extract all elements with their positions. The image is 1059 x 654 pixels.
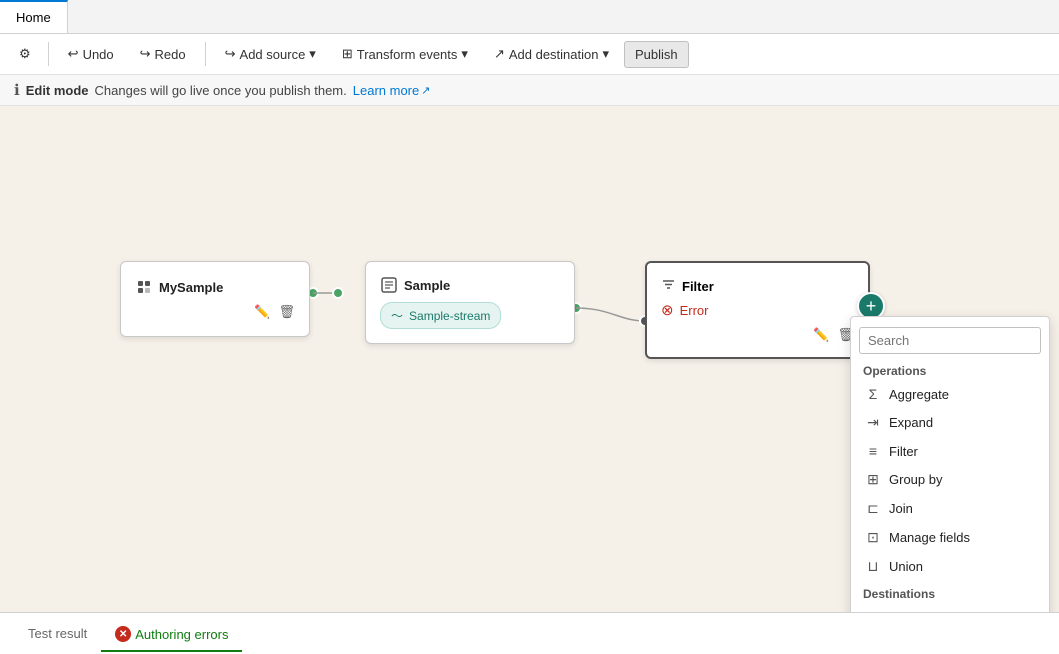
bottom-bar: Test result ✕ Authoring errors	[0, 612, 1059, 654]
external-link-icon: ↗	[421, 84, 430, 97]
error-label: Error	[680, 303, 709, 318]
error-count-icon: ✕	[115, 626, 131, 642]
lakehouse-icon: ⌂	[865, 609, 881, 612]
tab-bar: Home	[0, 0, 1059, 34]
add-source-icon: ↪	[225, 46, 236, 62]
add-node-dropdown: Operations Σ Aggregate ⇥ Expand ≡ Filter…	[850, 316, 1050, 612]
error-icon: ⊗	[661, 301, 674, 319]
authoring-errors-badge: ✕ Authoring errors	[115, 626, 228, 642]
groupby-item[interactable]: ⊞ Group by	[851, 465, 1049, 494]
canvas[interactable]: MySample ✏️ 🗑 Sample 〜 Sample-stream	[0, 106, 1059, 612]
add-destination-button[interactable]: ↗ Add destination ▾	[483, 40, 620, 68]
filter-error: ⊗ Error	[661, 301, 854, 319]
publish-label: Publish	[635, 47, 678, 62]
app: Home ⚙ ↩ Undo ↪ Redo ↪ Add source ▾ ⊞ Tr…	[0, 0, 1059, 654]
manage-fields-icon: ⊡	[865, 529, 881, 546]
sample-name: Sample	[404, 278, 450, 293]
aggregate-icon: Σ	[865, 386, 881, 402]
separator2	[205, 42, 206, 66]
search-input[interactable]	[859, 327, 1041, 354]
groupby-icon: ⊞	[865, 471, 881, 488]
search-container	[851, 323, 1049, 358]
plus-icon: +	[866, 296, 877, 317]
filter-item[interactable]: ≡ Filter	[851, 437, 1049, 465]
learn-more-text: Learn more	[353, 83, 419, 98]
aggregate-label: Aggregate	[889, 387, 949, 402]
add-source-button[interactable]: ↪ Add source ▾	[214, 40, 327, 68]
manage-fields-label: Manage fields	[889, 530, 970, 545]
filter-title: Filter	[661, 277, 854, 295]
publish-button[interactable]: Publish	[624, 41, 689, 68]
separator	[48, 42, 49, 66]
union-item[interactable]: ⊔ Union	[851, 552, 1049, 581]
join-label: Join	[889, 501, 913, 516]
join-icon: ⊏	[865, 500, 881, 517]
add-source-chevron: ▾	[309, 46, 316, 62]
add-destination-label: Add destination	[509, 47, 599, 62]
filter-edit-icon[interactable]: ✏️	[813, 327, 829, 343]
operations-section-label: Operations	[851, 358, 1049, 380]
transform-button[interactable]: ⊞ Transform events ▾	[331, 40, 479, 68]
undo-icon: ↩	[68, 46, 79, 62]
mysample-icon	[135, 278, 153, 296]
node-mysample: MySample ✏️ 🗑	[120, 261, 310, 337]
filter-actions: ✏️ 🗑	[661, 327, 854, 343]
union-icon: ⊔	[865, 558, 881, 575]
authoring-errors-tab[interactable]: ✕ Authoring errors	[101, 615, 242, 653]
undo-button[interactable]: ↩ Undo	[57, 40, 125, 68]
info-icon: ℹ	[14, 81, 20, 99]
destinations-section-label: Destinations	[851, 581, 1049, 603]
filter-menu-label: Filter	[889, 444, 918, 459]
stream-chip-label: Sample-stream	[409, 309, 490, 323]
redo-label: Redo	[155, 47, 186, 62]
learn-more-link[interactable]: Learn more ↗	[353, 83, 431, 98]
stream-chip-icon: 〜	[391, 307, 403, 324]
authoring-errors-label: Authoring errors	[135, 627, 228, 642]
node-filter: Filter ⊗ Error ✏️ 🗑	[645, 261, 870, 359]
filter-name: Filter	[682, 279, 714, 294]
home-tab[interactable]: Home	[0, 0, 68, 33]
expand-icon: ⇥	[865, 414, 881, 431]
filter-menu-icon: ≡	[865, 443, 881, 459]
mysample-delete-icon[interactable]: 🗑	[278, 304, 295, 320]
test-result-label: Test result	[28, 626, 87, 641]
undo-label: Undo	[83, 47, 114, 62]
add-source-label: Add source	[240, 47, 306, 62]
lakehouse-label: Lakehouse	[889, 610, 953, 613]
lakehouse-item[interactable]: ⌂ Lakehouse	[851, 603, 1049, 612]
redo-icon: ↪	[140, 46, 151, 62]
info-message: Changes will go live once you publish th…	[95, 83, 347, 98]
info-bar: ℹ Edit mode Changes will go live once yo…	[0, 75, 1059, 106]
mysample-actions: ✏️ 🗑	[135, 304, 295, 320]
transform-chevron: ▾	[461, 46, 468, 62]
groupby-label: Group by	[889, 472, 942, 487]
manage-fields-item[interactable]: ⊡ Manage fields	[851, 523, 1049, 552]
filter-icon	[661, 277, 676, 295]
expand-item[interactable]: ⇥ Expand	[851, 408, 1049, 437]
node-sample: Sample 〜 Sample-stream	[365, 261, 575, 344]
sample-icon	[380, 276, 398, 294]
aggregate-item[interactable]: Σ Aggregate	[851, 380, 1049, 408]
main-area: MySample ✏️ 🗑 Sample 〜 Sample-stream	[0, 106, 1059, 612]
redo-button[interactable]: ↪ Redo	[129, 40, 197, 68]
sample-stream-chip[interactable]: 〜 Sample-stream	[380, 302, 501, 329]
gear-button[interactable]: ⚙	[10, 40, 40, 68]
add-destination-icon: ↗	[494, 46, 505, 62]
mysample-edit-icon[interactable]: ✏️	[254, 304, 270, 320]
transform-label: Transform events	[357, 47, 458, 62]
gear-icon: ⚙	[19, 46, 31, 62]
toolbar: ⚙ ↩ Undo ↪ Redo ↪ Add source ▾ ⊞ Transfo…	[0, 34, 1059, 75]
expand-label: Expand	[889, 415, 933, 430]
add-destination-chevron: ▾	[602, 46, 609, 62]
test-result-tab[interactable]: Test result	[14, 616, 101, 651]
mysample-name: MySample	[159, 280, 223, 295]
join-item[interactable]: ⊏ Join	[851, 494, 1049, 523]
sample-title: Sample	[380, 276, 560, 294]
mysample-title: MySample	[135, 278, 295, 296]
union-label: Union	[889, 559, 923, 574]
edit-mode-label: Edit mode	[26, 83, 89, 98]
transform-icon: ⊞	[342, 46, 353, 62]
